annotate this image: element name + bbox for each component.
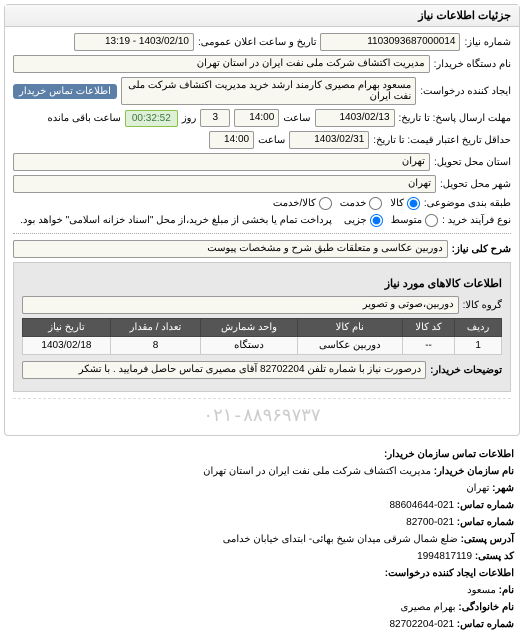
label-day: روز xyxy=(182,113,197,124)
td-date: 1403/02/18 xyxy=(23,337,111,355)
row-rtel: شماره تماس: 021-82702204 xyxy=(10,616,514,633)
label-city: شهر محل تحویل: xyxy=(440,179,511,190)
main-panel: جزئیات اطلاعات نیاز شماره نیاز: 11030936… xyxy=(4,4,520,436)
field-days: 3 xyxy=(200,109,230,127)
field-notes: درصورت نیاز با شماره تلفن 82702204 آقای … xyxy=(22,361,426,379)
row-need-no: شماره نیاز: 1103093687000014 تاریخ و ساع… xyxy=(13,33,511,51)
req-title: اطلاعات ایجاد کننده درخواست: xyxy=(10,565,514,582)
purchase-radio-group: متوسط جزیی xyxy=(344,214,438,227)
row-buyer: نام دستگاه خریدار: مدیریت اکتشاف شرکت مل… xyxy=(13,55,511,73)
label-deadline: مهلت ارسال پاسخ: تا تاریخ: xyxy=(399,113,511,124)
label-requester: ایجاد کننده درخواست: xyxy=(420,86,511,97)
field-group: دوربین،صوتی و تصویر xyxy=(22,296,459,314)
row-overall: شرح کلی نیاز: دوربین عکاسی و متعلقات طبق… xyxy=(13,240,511,258)
table-row: 1 -- دوربین عکاسی دستگاه 8 1403/02/18 xyxy=(23,337,502,355)
label-province: استان محل تحویل: xyxy=(434,157,511,168)
row-purchase-type: نوع فرآیند خرید : متوسط جزیی پرداخت تمام… xyxy=(13,214,511,227)
radio-goods[interactable] xyxy=(407,197,420,210)
radio-service[interactable] xyxy=(369,197,382,210)
radio-service-label[interactable]: خدمت xyxy=(340,197,383,210)
goods-title: اطلاعات کالاهای مورد نیاز xyxy=(22,277,502,290)
field-city: تهران xyxy=(13,175,436,193)
label-need-no: شماره نیاز: xyxy=(464,37,511,48)
row-org: نام سازمان خریدار: مدیریت اکتشاف شرکت مل… xyxy=(10,463,514,480)
goods-table: ردیف کد کالا نام کالا واحد شمارش تعداد /… xyxy=(22,318,502,355)
radio-medium-label[interactable]: متوسط xyxy=(391,214,438,227)
label-remaining: ساعت باقی مانده xyxy=(47,113,120,124)
subject-radio-group: کالا خدمت کالا/خدمت xyxy=(273,197,420,210)
label-announce: تاریخ و ساعت اعلان عمومی: xyxy=(198,37,317,48)
row-city: شهر محل تحویل: تهران xyxy=(13,175,511,193)
row-lname: نام خانوادگی: بهرام مصیری xyxy=(10,599,514,616)
separator xyxy=(13,233,511,234)
label-group: گروه کالا: xyxy=(463,300,502,311)
buyer-contact-button[interactable]: اطلاعات تماس خریدار xyxy=(13,84,117,99)
row-fname: نام: مسعود xyxy=(10,582,514,599)
contact-section: اطلاعات تماس سازمان خریدار: نام سازمان خ… xyxy=(0,440,524,638)
row-validity: حداقل تاریخ اعتبار قیمت: تا تاریخ: 1403/… xyxy=(13,131,511,149)
label-purchase: نوع فرآیند خرید : xyxy=(442,215,511,226)
countdown: 00:32:52 xyxy=(125,110,178,127)
field-requester: مسعود بهرام مصیری کارمند ارشد خرید مدیری… xyxy=(121,77,416,105)
td-unit: دستگاه xyxy=(201,337,298,355)
radio-goods-service[interactable] xyxy=(319,197,332,210)
field-province: تهران xyxy=(13,153,430,171)
row-requester: ایجاد کننده درخواست: مسعود بهرام مصیری ک… xyxy=(13,77,511,105)
th-row: ردیف xyxy=(455,319,502,337)
field-validity-time: 14:00 xyxy=(209,131,254,149)
th-name: نام کالا xyxy=(297,319,402,337)
label-buyer: نام دستگاه خریدار: xyxy=(434,59,511,70)
label-time2: ساعت xyxy=(258,135,285,146)
panel-body: شماره نیاز: 1103093687000014 تاریخ و ساع… xyxy=(5,27,519,435)
field-reply-date: 1403/02/13 xyxy=(315,109,395,127)
purchase-note: پرداخت تمام یا بخشی از مبلغ خرید،از محل … xyxy=(20,215,332,226)
row-notes: توضیحات خریدار: درصورت نیاز با شماره تلف… xyxy=(22,361,502,379)
radio-medium[interactable] xyxy=(425,214,438,227)
field-validity-date: 1403/02/31 xyxy=(289,131,369,149)
th-unit: واحد شمارش xyxy=(201,319,298,337)
radio-partial[interactable] xyxy=(370,214,383,227)
panel-title: جزئیات اطلاعات نیاز xyxy=(5,5,519,27)
field-buyer: مدیریت اکتشاف شرکت ملی نفت ایران در استا… xyxy=(13,55,430,73)
row-post: کد پستی: 1994817119 xyxy=(10,548,514,565)
label-time1: ساعت xyxy=(283,113,310,124)
row-deadline: مهلت ارسال پاسخ: تا تاریخ: 1403/02/13 سا… xyxy=(13,109,511,127)
radio-partial-label[interactable]: جزیی xyxy=(344,214,383,227)
table-header-row: ردیف کد کالا نام کالا واحد شمارش تعداد /… xyxy=(23,319,502,337)
td-row: 1 xyxy=(455,337,502,355)
row-addr: آدرس پستی: ضلع شمال شرقی میدان شیخ بهائی… xyxy=(10,531,514,548)
watermark: ۰۲۱-۸۸۹۶۹۷۳۷ xyxy=(13,398,511,429)
th-qty: تعداد / مقدار xyxy=(110,319,200,337)
field-reply-time: 14:00 xyxy=(234,109,279,127)
td-name: دوربین عکاسی xyxy=(297,337,402,355)
row-group: گروه کالا: دوربین،صوتی و تصویر xyxy=(22,296,502,314)
row-subject-type: طبقه بندی موضوعی: کالا خدمت کالا/خدمت xyxy=(13,197,511,210)
th-code: کد کالا xyxy=(402,319,455,337)
row-ccity: شهر: تهران xyxy=(10,480,514,497)
label-validity: حداقل تاریخ اعتبار قیمت: تا تاریخ: xyxy=(373,135,511,146)
field-announce: 1403/02/10 - 13:19 xyxy=(74,33,194,51)
radio-gs-label[interactable]: کالا/خدمت xyxy=(273,197,332,210)
label-overall: شرح کلی نیاز: xyxy=(452,244,511,255)
th-date: تاریخ نیاز xyxy=(23,319,111,337)
radio-goods-label[interactable]: کالا xyxy=(390,197,420,210)
field-need-no: 1103093687000014 xyxy=(320,33,460,51)
field-overall: دوربین عکاسی و متعلقات طبق شرح و مشخصات … xyxy=(13,240,448,258)
label-subject: طبقه بندی موضوعی: xyxy=(424,198,511,209)
contact-title: اطلاعات تماس سازمان خریدار: xyxy=(10,446,514,463)
row-tel2: شماره تماس: 021-82700 xyxy=(10,514,514,531)
td-code: -- xyxy=(402,337,455,355)
row-tel: شماره تماس: 021-88604644 xyxy=(10,497,514,514)
goods-section: اطلاعات کالاهای مورد نیاز گروه کالا: دور… xyxy=(13,262,511,392)
row-province: استان محل تحویل: تهران xyxy=(13,153,511,171)
td-qty: 8 xyxy=(110,337,200,355)
label-notes: توضیحات خریدار: xyxy=(430,365,502,376)
